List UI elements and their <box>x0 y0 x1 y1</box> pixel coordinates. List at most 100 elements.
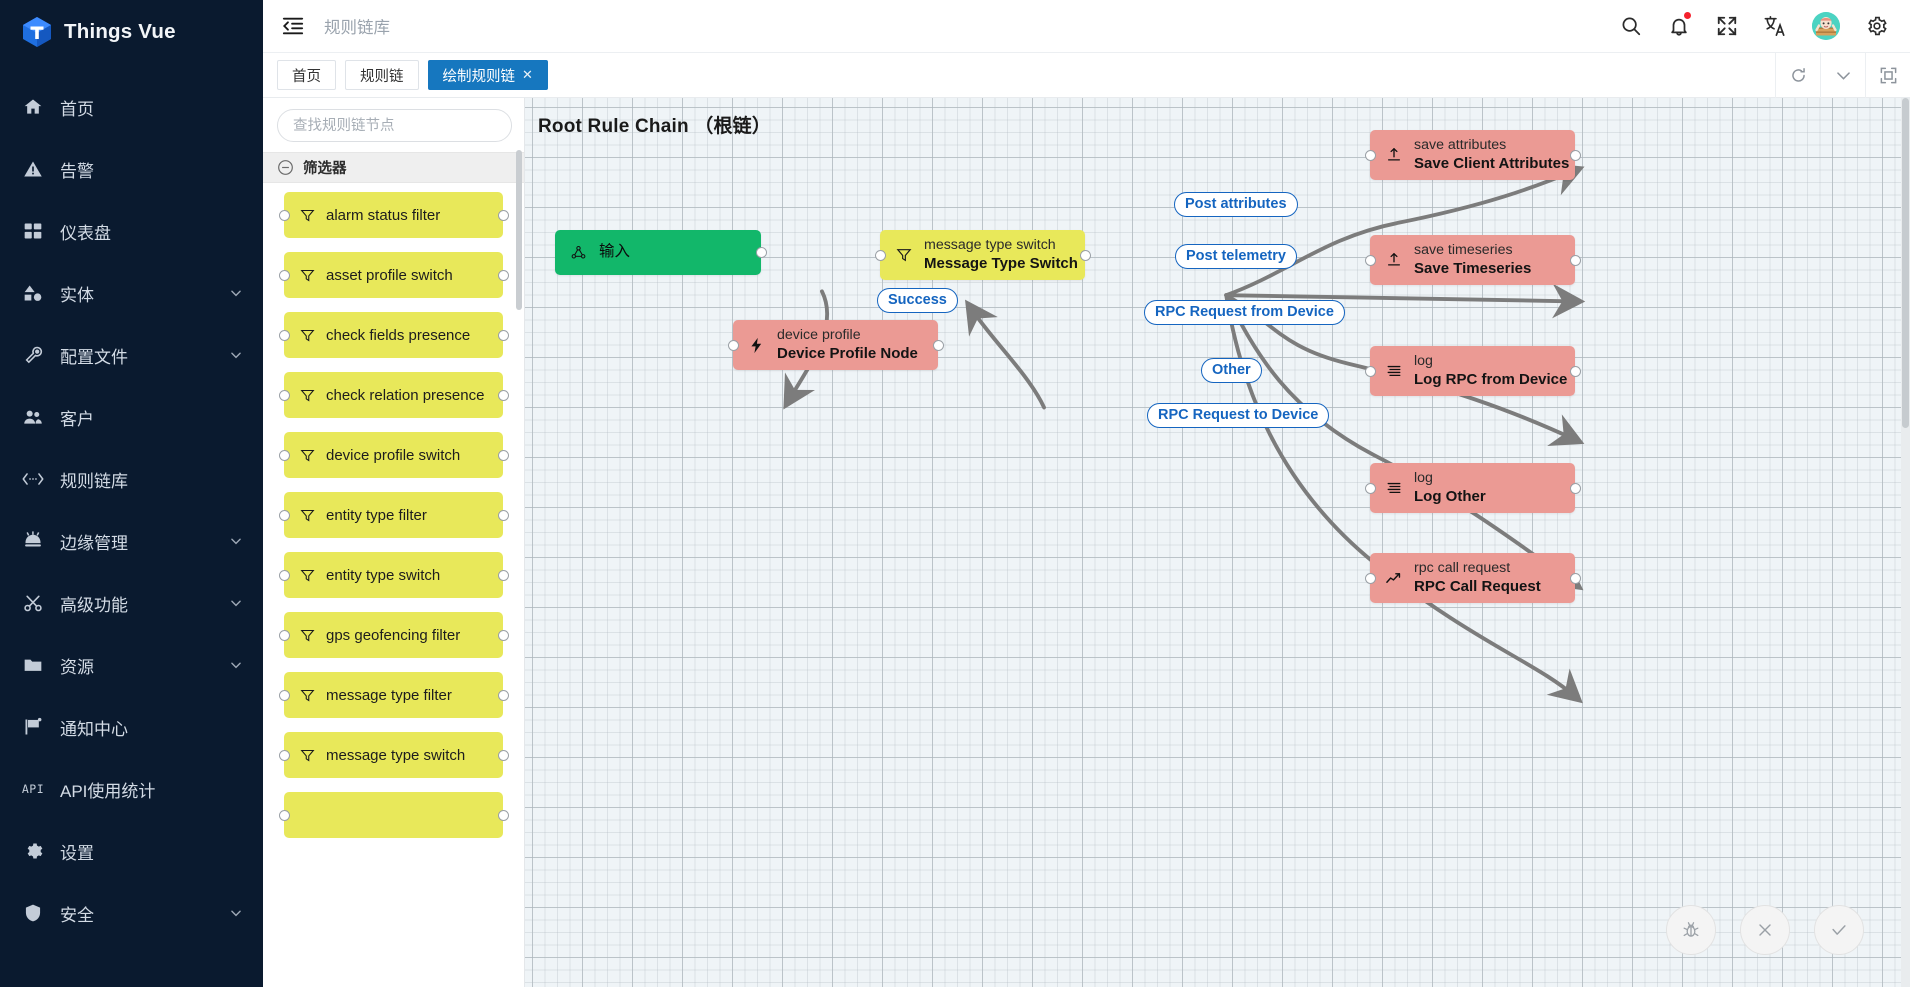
input-port[interactable] <box>1365 483 1376 494</box>
input-port[interactable] <box>279 810 290 821</box>
sidebar-item-api-usage[interactable]: API API使用统计 <box>0 758 263 820</box>
output-port[interactable] <box>1570 483 1581 494</box>
output-port[interactable] <box>1080 250 1091 261</box>
output-port[interactable] <box>1570 573 1581 584</box>
palette-node[interactable]: entity type filter <box>284 492 503 538</box>
canvas-node-input[interactable]: 输入 <box>555 230 761 275</box>
output-port[interactable] <box>1570 366 1581 377</box>
bell-icon[interactable] <box>1668 15 1690 37</box>
fullscreen-frame-icon[interactable] <box>1865 53 1910 98</box>
chevron-down-icon[interactable] <box>229 348 243 362</box>
close-icon[interactable]: ✕ <box>522 67 533 83</box>
input-port[interactable] <box>279 210 290 221</box>
input-port[interactable] <box>279 450 290 461</box>
palette-node[interactable]: check relation presence <box>284 372 503 418</box>
input-port[interactable] <box>279 270 290 281</box>
avatar[interactable] <box>1812 12 1840 40</box>
chevron-down-icon[interactable] <box>229 286 243 300</box>
edge-label-success[interactable]: Success <box>877 288 958 313</box>
output-port[interactable] <box>756 247 767 258</box>
input-port[interactable] <box>1365 366 1376 377</box>
sidebar-item-settings[interactable]: 设置 <box>0 820 263 882</box>
canvas-scrollbar-thumb[interactable] <box>1902 98 1909 428</box>
palette-node[interactable] <box>284 792 503 838</box>
input-port[interactable] <box>279 390 290 401</box>
chevron-down-icon[interactable] <box>229 906 243 920</box>
input-port[interactable] <box>279 570 290 581</box>
input-port[interactable] <box>279 630 290 641</box>
sidebar-item-resources[interactable]: 资源 <box>0 634 263 696</box>
canvas-node-device-profile[interactable]: device profile Device Profile Node <box>733 320 938 370</box>
chevron-down-icon[interactable] <box>229 658 243 672</box>
output-port[interactable] <box>498 570 509 581</box>
search-input[interactable] <box>277 109 512 142</box>
palette-node[interactable]: device profile switch <box>284 432 503 478</box>
chevron-down-icon[interactable] <box>229 534 243 548</box>
canvas-node-save-timeseries[interactable]: save timeseries Save Timeseries <box>1370 235 1575 285</box>
tab-draw-rule-chain[interactable]: 绘制规则链 ✕ <box>428 60 548 90</box>
sidebar-item-profiles[interactable]: 配置文件 <box>0 324 263 386</box>
fullscreen-icon[interactable] <box>1716 15 1738 37</box>
sidebar-item-security[interactable]: 安全 <box>0 882 263 944</box>
output-port[interactable] <box>1570 150 1581 161</box>
sidebar-item-edge[interactable]: 边缘管理 <box>0 510 263 572</box>
minus-circle-icon[interactable] <box>277 159 294 176</box>
rule-chain-canvas[interactable]: Root Rule Chain （根链） <box>525 98 1910 987</box>
sidebar-item-entities[interactable]: 实体 <box>0 262 263 324</box>
palette-node[interactable]: alarm status filter <box>284 192 503 238</box>
output-port[interactable] <box>498 330 509 341</box>
output-port[interactable] <box>498 810 509 821</box>
refresh-icon[interactable] <box>1775 53 1820 98</box>
palette-group-filters[interactable]: 筛选器 <box>263 152 524 183</box>
palette-node[interactable]: check fields presence <box>284 312 503 358</box>
canvas-node-save-client-attributes[interactable]: save attributes Save Client Attributes <box>1370 130 1575 180</box>
input-port[interactable] <box>1365 255 1376 266</box>
input-port[interactable] <box>279 330 290 341</box>
sidebar-item-home[interactable]: 首页 <box>0 76 263 138</box>
tab-home[interactable]: 首页 <box>277 60 336 90</box>
input-port[interactable] <box>279 750 290 761</box>
output-port[interactable] <box>498 750 509 761</box>
close-x-icon[interactable] <box>1740 905 1790 955</box>
sidebar-item-rule-chains[interactable]: 规则链库 <box>0 448 263 510</box>
output-port[interactable] <box>933 340 944 351</box>
output-port[interactable] <box>498 690 509 701</box>
canvas-node-log-other[interactable]: log Log Other <box>1370 463 1575 513</box>
debug-bug-icon[interactable] <box>1666 905 1716 955</box>
sidebar-item-customers[interactable]: 客户 <box>0 386 263 448</box>
edge-label-rpc-request-to-device[interactable]: RPC Request to Device <box>1147 403 1329 428</box>
canvas-node-rpc-call-request[interactable]: rpc call request RPC Call Request <box>1370 553 1575 603</box>
canvas-node-log-rpc-from-device[interactable]: log Log RPC from Device <box>1370 346 1575 396</box>
input-port[interactable] <box>875 250 886 261</box>
edge-label-post-telemetry[interactable]: Post telemetry <box>1175 244 1297 269</box>
palette-node[interactable]: entity type switch <box>284 552 503 598</box>
palette-node[interactable]: asset profile switch <box>284 252 503 298</box>
chevron-down-icon[interactable] <box>1820 53 1865 98</box>
input-port[interactable] <box>1365 150 1376 161</box>
sidebar-item-dashboards[interactable]: 仪表盘 <box>0 200 263 262</box>
input-port[interactable] <box>279 510 290 521</box>
output-port[interactable] <box>498 390 509 401</box>
sidebar-item-notifications[interactable]: 通知中心 <box>0 696 263 758</box>
gear-icon[interactable] <box>1866 15 1888 37</box>
collapse-sidebar-icon[interactable] <box>282 15 304 37</box>
output-port[interactable] <box>498 450 509 461</box>
search-icon[interactable] <box>1620 15 1642 37</box>
palette-scrollbar[interactable] <box>516 150 522 310</box>
output-port[interactable] <box>498 270 509 281</box>
translate-icon[interactable] <box>1764 15 1786 37</box>
tab-rule-chains[interactable]: 规则链 <box>345 60 419 90</box>
brand[interactable]: Things Vue <box>0 0 263 64</box>
output-port[interactable] <box>498 210 509 221</box>
palette-node[interactable]: gps geofencing filter <box>284 612 503 658</box>
canvas-scrollbar[interactable] <box>1901 98 1910 987</box>
edge-label-rpc-request-from-device[interactable]: RPC Request from Device <box>1144 300 1345 325</box>
chevron-down-icon[interactable] <box>229 596 243 610</box>
output-port[interactable] <box>498 510 509 521</box>
input-port[interactable] <box>279 690 290 701</box>
input-port[interactable] <box>1365 573 1376 584</box>
canvas-node-message-type-switch[interactable]: message type switch Message Type Switch <box>880 230 1085 280</box>
input-port[interactable] <box>728 340 739 351</box>
apply-check-icon[interactable] <box>1814 905 1864 955</box>
palette-node[interactable]: message type switch <box>284 732 503 778</box>
